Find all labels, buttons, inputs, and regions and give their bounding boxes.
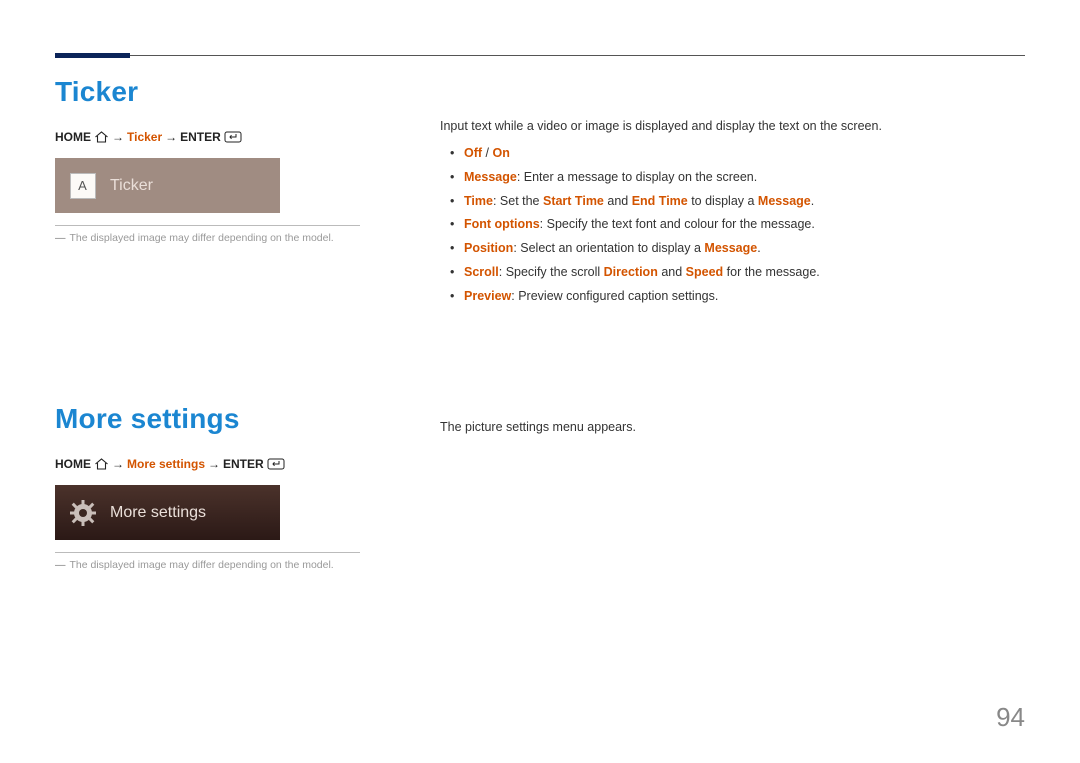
- position-name: Position: [464, 241, 513, 255]
- gear-icon: [68, 498, 98, 528]
- scroll-spd: Speed: [686, 265, 724, 279]
- more-intro: The picture settings menu appears.: [440, 417, 1025, 437]
- bc-home-2: HOME: [55, 457, 91, 471]
- scroll-post: for the message.: [723, 265, 820, 279]
- time-mid: and: [604, 194, 632, 208]
- spec-position: Position: Select an orientation to displ…: [440, 237, 1025, 261]
- time-msg: Message: [758, 194, 811, 208]
- enter-icon: [267, 458, 285, 470]
- bc-home: HOME: [55, 130, 91, 144]
- bc-arrow-3: →: [112, 457, 124, 471]
- enter-icon: [224, 131, 242, 143]
- bc-enter: ENTER: [180, 130, 221, 144]
- message-name: Message: [464, 170, 517, 184]
- home-icon: [94, 458, 109, 470]
- page-header-rule: [55, 55, 1025, 56]
- more-footnote-text: The displayed image may differ depending…: [70, 559, 334, 571]
- divider: [55, 552, 360, 553]
- ticker-footnote-text: The displayed image may differ depending…: [70, 232, 334, 244]
- time-tail: .: [811, 194, 814, 208]
- position-msg: Message: [704, 241, 757, 255]
- time-pre: : Set the: [493, 194, 543, 208]
- divider: [55, 225, 360, 226]
- spec-time: Time: Set the Start Time and End Time to…: [440, 190, 1025, 214]
- spec-preview: Preview: Preview configured caption sett…: [440, 285, 1025, 309]
- scroll-pre: : Specify the scroll: [499, 265, 604, 279]
- home-icon: [94, 131, 109, 143]
- bc-arrow-4: →: [208, 457, 220, 471]
- spec-scroll: Scroll: Specify the scroll Direction and…: [440, 261, 1025, 285]
- bc-enter-2: ENTER: [223, 457, 264, 471]
- more-icon-box: [55, 485, 110, 540]
- time-name: Time: [464, 194, 493, 208]
- bc-arrow-1: →: [112, 130, 124, 144]
- ticker-intro: Input text while a video or image is dis…: [440, 116, 1025, 136]
- message-rest: : Enter a message to display on the scre…: [517, 170, 757, 184]
- scroll-mid: and: [658, 265, 686, 279]
- ticker-card: A Ticker: [55, 158, 280, 213]
- ticker-breadcrumb: HOME → Ticker → ENTER: [55, 130, 385, 144]
- preview-rest: : Preview configured caption settings.: [511, 289, 718, 303]
- more-breadcrumb: HOME → More settings → ENTER: [55, 457, 385, 471]
- bc-ticker: Ticker: [127, 130, 162, 144]
- scroll-name: Scroll: [464, 265, 499, 279]
- more-card-label: More settings: [110, 504, 206, 522]
- font-rest: : Specify the text font and colour for t…: [540, 217, 815, 231]
- time-post: to display a: [688, 194, 758, 208]
- spec-message: Message: Enter a message to display on t…: [440, 166, 1025, 190]
- time-end: End Time: [632, 194, 688, 208]
- ticker-spec-list: Off / On Message: Enter a message to dis…: [440, 142, 1025, 308]
- more-title: More settings: [55, 403, 385, 435]
- page-number: 94: [996, 702, 1025, 733]
- ticker-icon-box: A: [55, 158, 110, 213]
- ticker-card-label: Ticker: [110, 177, 153, 195]
- position-pre: : Select an orientation to display a: [513, 241, 704, 255]
- more-card: More settings: [55, 485, 280, 540]
- time-start: Start Time: [543, 194, 604, 208]
- scroll-dir: Direction: [604, 265, 658, 279]
- bc-arrow-2: →: [165, 130, 177, 144]
- preview-name: Preview: [464, 289, 511, 303]
- ticker-title: Ticker: [55, 76, 385, 108]
- spec-font: Font options: Specify the text font and …: [440, 213, 1025, 237]
- ticker-footnote: ―The displayed image may differ dependin…: [55, 232, 385, 244]
- slash: /: [482, 146, 492, 160]
- header-accent: [55, 53, 130, 58]
- more-footnote: ―The displayed image may differ dependin…: [55, 559, 385, 571]
- bc-more: More settings: [127, 457, 205, 471]
- spec-offon: Off / On: [440, 142, 1025, 166]
- position-tail: .: [757, 241, 760, 255]
- off-label: Off: [464, 146, 482, 160]
- on-label: On: [492, 146, 509, 160]
- ticker-a-tile-icon: A: [70, 173, 96, 199]
- font-name: Font options: [464, 217, 540, 231]
